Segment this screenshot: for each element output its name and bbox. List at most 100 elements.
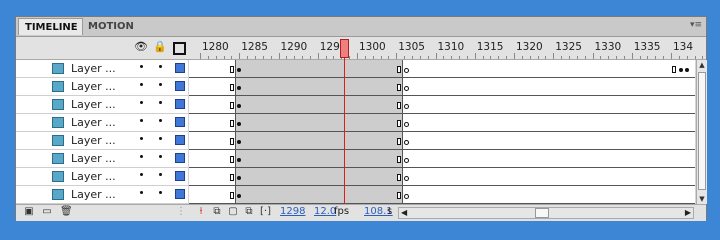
- frame-ruler[interactable]: 1280 1285 1290 1295 1300 1305 1310 1315 1320 1325…: [188, 37, 706, 59]
- vertical-scrollbar[interactable]: ▲ ▼: [696, 60, 707, 204]
- keyframe-end[interactable]: [230, 156, 234, 163]
- empty-keyframe[interactable]: [404, 122, 409, 127]
- edit-multiple-frames-icon[interactable]: ⧉: [244, 207, 254, 217]
- keyframe[interactable]: [237, 194, 241, 198]
- center-frame-icon[interactable]: ⍿: [196, 207, 206, 217]
- lock-toggle[interactable]: [159, 83, 162, 86]
- keyframe-end[interactable]: [397, 174, 401, 181]
- keyframe[interactable]: [237, 176, 241, 180]
- lock-toggle[interactable]: [159, 155, 162, 158]
- lock-toggle[interactable]: [159, 119, 162, 122]
- keyframe-end[interactable]: [230, 84, 234, 91]
- layer-name[interactable]: Layer ...: [71, 152, 116, 165]
- layer-row[interactable]: Layer ...: [16, 96, 188, 114]
- modify-markers-icon[interactable]: [·]: [260, 207, 271, 217]
- current-frame[interactable]: 1298: [280, 206, 305, 217]
- keyframe-end[interactable]: [397, 192, 401, 199]
- tab-timeline[interactable]: TIMELINE: [18, 18, 83, 35]
- empty-keyframe[interactable]: [404, 194, 409, 199]
- frame-grid[interactable]: [189, 60, 695, 204]
- frame-row[interactable]: [189, 114, 695, 132]
- eye-icon[interactable]: 👁: [134, 41, 148, 53]
- vertical-scroll-thumb[interactable]: [698, 72, 706, 190]
- frame-row[interactable]: [189, 60, 695, 78]
- layer-color-swatch[interactable]: [175, 63, 185, 73]
- layer-row[interactable]: Layer ...: [16, 114, 188, 132]
- scroll-left-icon[interactable]: ◀: [401, 208, 407, 218]
- keyframe-end[interactable]: [397, 120, 401, 127]
- keyframe-end[interactable]: [230, 66, 234, 73]
- visibility-toggle[interactable]: [140, 173, 143, 176]
- layer-name[interactable]: Layer ...: [71, 80, 116, 93]
- keyframe[interactable]: [237, 86, 241, 90]
- layer-color-swatch[interactable]: [175, 99, 185, 109]
- layer-row[interactable]: Layer ...: [16, 132, 188, 150]
- playhead-handle[interactable]: [340, 39, 349, 58]
- visibility-toggle[interactable]: [140, 83, 143, 86]
- keyframe[interactable]: [237, 104, 241, 108]
- keyframe-end[interactable]: [672, 66, 676, 73]
- keyframe[interactable]: [237, 122, 241, 126]
- keyframe-end[interactable]: [230, 120, 234, 127]
- layer-name[interactable]: Layer ...: [71, 116, 116, 129]
- keyframe-end[interactable]: [230, 102, 234, 109]
- layer-row[interactable]: Layer ...: [16, 150, 188, 168]
- layer-name[interactable]: Layer ...: [71, 62, 116, 75]
- keyframe[interactable]: [237, 140, 241, 144]
- keyframe-end[interactable]: [397, 66, 401, 73]
- visibility-toggle[interactable]: [140, 155, 143, 158]
- visibility-toggle[interactable]: [140, 191, 143, 194]
- layer-row[interactable]: Layer ...: [16, 168, 188, 186]
- new-layer-icon[interactable]: ▣: [24, 207, 34, 217]
- frame-row[interactable]: [189, 186, 695, 204]
- frame-row[interactable]: [189, 150, 695, 168]
- onion-skin-icon[interactable]: ⧉: [212, 207, 222, 217]
- layer-color-swatch[interactable]: [175, 81, 185, 91]
- lock-toggle[interactable]: [159, 65, 162, 68]
- keyframe-end[interactable]: [397, 102, 401, 109]
- empty-keyframe[interactable]: [404, 86, 409, 91]
- keyframe-end[interactable]: [397, 156, 401, 163]
- visibility-toggle[interactable]: [140, 65, 143, 68]
- empty-keyframe[interactable]: [404, 68, 409, 73]
- frame-row[interactable]: [189, 132, 695, 150]
- keyframe-end[interactable]: [230, 174, 234, 181]
- layer-name[interactable]: Layer ...: [71, 98, 116, 111]
- empty-keyframe[interactable]: [404, 158, 409, 163]
- visibility-toggle[interactable]: [140, 119, 143, 122]
- empty-keyframe[interactable]: [404, 140, 409, 145]
- lock-toggle[interactable]: [159, 137, 162, 140]
- layer-color-swatch[interactable]: [175, 135, 185, 145]
- horizontal-scroll-thumb[interactable]: [535, 208, 549, 218]
- scroll-right-icon[interactable]: ▶: [685, 208, 691, 218]
- layer-row[interactable]: Layer ...: [16, 60, 188, 78]
- lock-icon[interactable]: 🔒: [153, 41, 167, 53]
- frame-row[interactable]: [189, 78, 695, 96]
- onion-skin-outlines-icon[interactable]: ▢: [228, 207, 238, 217]
- frame-rate[interactable]: 12.0: [314, 206, 336, 217]
- scroll-down-icon[interactable]: ▼: [697, 194, 707, 204]
- visibility-toggle[interactable]: [140, 101, 143, 104]
- lock-toggle[interactable]: [159, 101, 162, 104]
- frame-row[interactable]: [189, 96, 695, 114]
- frame-row[interactable]: [189, 168, 695, 186]
- tab-motion-editor[interactable]: MOTION EDITOR: [82, 18, 180, 49]
- new-folder-icon[interactable]: ▭: [42, 207, 52, 217]
- delete-icon[interactable]: 🗑: [60, 207, 73, 217]
- splitter-icon[interactable]: ⋮: [176, 207, 186, 217]
- keyframe[interactable]: [237, 68, 241, 72]
- empty-keyframe[interactable]: [404, 104, 409, 109]
- layer-name[interactable]: Layer ...: [71, 134, 116, 147]
- keyframe-end[interactable]: [230, 138, 234, 145]
- keyframe-end[interactable]: [230, 192, 234, 199]
- scroll-up-icon[interactable]: ▲: [697, 60, 707, 70]
- layer-name[interactable]: Layer ...: [71, 188, 116, 201]
- empty-keyframe[interactable]: [404, 176, 409, 181]
- outline-icon[interactable]: [173, 42, 186, 55]
- visibility-toggle[interactable]: [140, 137, 143, 140]
- panel-menu-icon[interactable]: ▾≡: [690, 20, 702, 30]
- keyframe-end[interactable]: [397, 138, 401, 145]
- layer-color-swatch[interactable]: [175, 117, 185, 127]
- lock-toggle[interactable]: [159, 191, 162, 194]
- layer-name[interactable]: Layer ...: [71, 170, 116, 183]
